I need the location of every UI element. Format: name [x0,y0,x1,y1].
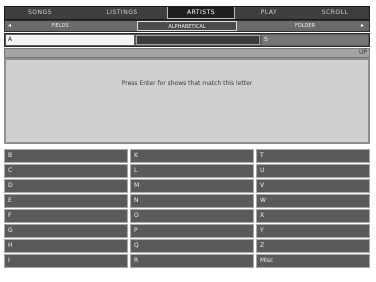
top-tab-bar: SONGS LISTINGS ARTISTS PLAY SCROLL [4,6,370,20]
letter-button-t[interactable]: T [256,149,370,163]
letter-button-b[interactable]: B [4,149,128,163]
letter-button-e[interactable]: E [4,194,128,208]
letter-button-n[interactable]: N [130,194,254,208]
letter-button-d[interactable]: D [4,179,128,193]
tab-songs[interactable]: SONGS [7,7,73,19]
letter-button-w[interactable]: W [256,194,370,208]
scroll-right-arrow-icon[interactable]: ▸ [361,21,364,31]
tab-scroll[interactable]: SCROLL [303,7,367,19]
letter-button-misc[interactable]: Misc [256,254,370,268]
letter-button-f[interactable]: F [4,209,128,223]
scroll-left-arrow-icon[interactable]: ◂ [8,21,11,31]
letter-button-p[interactable]: P [130,224,254,238]
letter-button-m[interactable]: M [130,179,254,193]
selected-letter-field[interactable]: A [6,35,134,45]
letter-button-y[interactable]: Y [256,224,370,238]
letter-button-k[interactable]: K [130,149,254,163]
letter-button-g[interactable]: G [4,224,128,238]
subtab-folder[interactable]: FOLDER [275,21,335,31]
letter-button-i[interactable]: I [4,254,128,268]
letter-button-z[interactable]: Z [256,239,370,253]
subtab-alphabetical[interactable]: ALPHABETICAL [137,21,237,31]
field-row: A S [4,33,370,47]
letter-button-l[interactable]: L [130,164,254,178]
secondary-field[interactable]: S [262,35,368,45]
letter-button-r[interactable]: R [130,254,254,268]
tab-play[interactable]: PLAY [243,7,295,19]
letter-button-h[interactable]: H [4,239,128,253]
letter-button-c[interactable]: C [4,164,128,178]
letter-button-x[interactable]: X [256,209,370,223]
info-panel: Press Enter for shows that match this le… [4,58,370,144]
filter-field[interactable] [136,35,260,45]
letter-button-o[interactable]: O [130,209,254,223]
tab-artists[interactable]: ARTISTS [167,7,235,19]
up-icon[interactable]: UP [359,49,367,57]
sub-tab-bar: ◂ FIELDS ALPHABETICAL FOLDER ▸ [4,20,370,32]
info-message: Press Enter for shows that match this le… [121,80,253,87]
tab-listings[interactable]: LISTINGS [87,7,157,19]
subtab-fields[interactable]: FIELDS [29,21,91,31]
info-panel-header: UP [4,48,370,58]
letter-button-v[interactable]: V [256,179,370,193]
letter-button-u[interactable]: U [256,164,370,178]
letter-button-q[interactable]: Q [130,239,254,253]
